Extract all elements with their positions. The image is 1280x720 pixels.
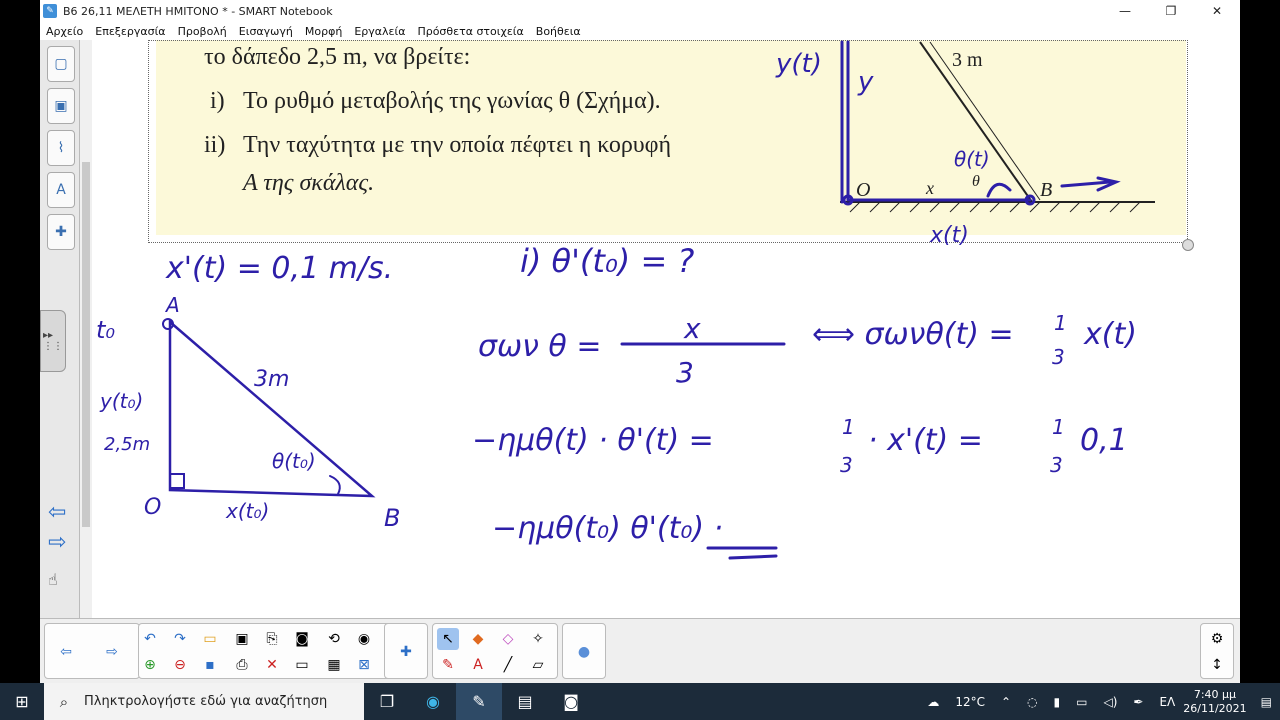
maximize-button[interactable]: ❐ [1148, 0, 1194, 22]
color-icon[interactable]: ● [573, 641, 595, 663]
minimize-button[interactable]: — [1102, 0, 1148, 22]
weather-temp[interactable]: 12°C [955, 695, 985, 709]
resize-handle[interactable] [1182, 239, 1194, 251]
eraser-shape-icon[interactable]: ◇ [497, 628, 519, 650]
redo-icon[interactable]: ↷ [169, 628, 191, 650]
network-icon[interactable]: ◌ [1027, 695, 1037, 709]
screen-shade-icon[interactable]: ▭ [291, 654, 313, 676]
save-icon[interactable]: ▪ [199, 654, 221, 676]
task-view-icon[interactable]: ❐ [364, 683, 410, 720]
smart-notebook-taskbar-icon[interactable]: ✎ [456, 683, 502, 720]
select-tool-icon[interactable]: ↖ [437, 628, 459, 650]
close-button[interactable]: ✕ [1194, 0, 1240, 22]
main-toolbar: ⇦ ⇨ ↶ ↷ ▭ ▣ ⎘ ◙ ⟲ ◉ ⊕ ⊖ ▪ ⎙ ✕ ▭ ▦ ⊠ ✚ ↖ … [40, 618, 1240, 683]
battery-icon[interactable]: ▭ [1076, 695, 1087, 709]
nav-group: ⇦ ⇨ [44, 623, 140, 679]
table-icon[interactable]: ▦ [323, 654, 345, 676]
move-toolbar-icon[interactable]: ↕ [1206, 654, 1228, 676]
line-tool-icon[interactable]: ╱ [497, 654, 519, 676]
sidebar-collapse-handle[interactable]: ▸▸ ⋮⋮ [40, 310, 66, 372]
menu-addons[interactable]: Πρόσθετα στοιχεία [417, 25, 523, 38]
windows-taskbar: ⊞ ⌕ Πληκτρολογήστε εδώ για αναζήτηση ❐ ◉… [0, 683, 1280, 720]
notifications-icon[interactable]: ▤ [1261, 695, 1272, 709]
tools-group: ↖ ◆ ◇ ✧ ✎ A ╱ ▱ [432, 623, 558, 679]
item2-text-a: Την ταχύτητα με την οποία πέφτει η κορυφ… [243, 132, 672, 158]
back-arrow-icon[interactable]: ⇦ [55, 641, 77, 663]
vertical-scrollbar[interactable] [80, 40, 92, 618]
page-sorter-icon[interactable]: ▢ [47, 46, 75, 82]
weather-icon[interactable]: ☁ [927, 695, 939, 709]
item2-text-b: A της σκάλας. [243, 170, 375, 196]
full-screen-icon[interactable]: ⊠ [353, 654, 375, 676]
delete-page-icon[interactable]: ⊖ [169, 654, 191, 676]
paste-icon[interactable]: ⎘ [261, 628, 283, 650]
spell-icon[interactable]: ◉ [353, 628, 375, 650]
menu-view[interactable]: Προβολή [178, 25, 227, 38]
file-explorer-icon[interactable]: ▤ [502, 683, 548, 720]
volume-icon[interactable]: ◁) [1103, 695, 1117, 709]
properties-group: ● [562, 623, 606, 679]
item1-number: i) [210, 88, 225, 114]
properties-icon[interactable]: A [47, 172, 75, 208]
addons-icon[interactable]: ✚ [47, 214, 75, 250]
problem-line-1: το δάπεδο 2,5 m, να βρείτε: [204, 44, 471, 70]
search-placeholder: Πληκτρολογήστε εδώ για αναζήτηση [84, 694, 328, 709]
previous-page-icon[interactable]: ⇦ [48, 500, 66, 525]
side-tabs: ▢ ▣ ⌇ A ✚ ▸▸ ⋮⋮ ⇦ ⇨ ☝ [40, 40, 80, 618]
pens-icon[interactable]: ✎ [437, 654, 459, 676]
eraser-icon[interactable]: ▱ [527, 654, 549, 676]
gallery-icon[interactable]: ▣ [47, 88, 75, 124]
open-folder-icon[interactable]: ▭ [199, 628, 221, 650]
clock-time: 7:40 μμ [1193, 687, 1237, 701]
scrollbar-thumb[interactable] [82, 162, 90, 527]
title-bar: ✎ B6 26,11 ΜΕΛΕΤΗ ΗΜΙΤΟΝΟ * - SMART Note… [40, 0, 1240, 22]
camera-icon[interactable]: ◙ [291, 628, 313, 650]
menu-insert[interactable]: Εισαγωγή [239, 25, 293, 38]
menu-format[interactable]: Μορφή [305, 25, 342, 38]
menu-help[interactable]: Βοήθεια [536, 25, 581, 38]
puzzle-icon[interactable]: ✚ [395, 641, 417, 663]
magic-pen-icon[interactable]: ✧ [527, 628, 549, 650]
shapes-tool-icon[interactable]: ◆ [467, 628, 489, 650]
gear-icon[interactable]: ⚙ [1206, 628, 1228, 650]
attachments-icon[interactable]: ⌇ [47, 130, 75, 166]
clock[interactable]: 7:40 μμ 26/11/2021 [1183, 688, 1246, 716]
pen-icon[interactable]: ✒ [1133, 695, 1143, 709]
menu-bar: Αρχείο Επεξεργασία Προβολή Εισαγωγή Μορφ… [40, 22, 1240, 40]
language-indicator[interactable]: ΕΛ [1159, 695, 1175, 709]
edge-icon[interactable]: ◉ [410, 683, 456, 720]
menu-tools[interactable]: Εργαλεία [354, 25, 405, 38]
hand-tool-icon[interactable]: ☝ [48, 570, 58, 589]
rotate-icon[interactable]: ⟲ [323, 628, 345, 650]
next-page-icon[interactable]: ⇨ [48, 530, 66, 555]
text-tool-icon[interactable]: A [467, 654, 489, 676]
item2-number: ii) [204, 132, 226, 158]
addons-group: ✚ [384, 623, 428, 679]
smart-notebook-icon: ✎ [43, 4, 57, 18]
menu-file[interactable]: Αρχείο [46, 25, 83, 38]
clock-date: 26/11/2021 [1183, 701, 1247, 715]
document-camera-icon[interactable]: ⎙ [231, 654, 253, 676]
undo-icon[interactable]: ↶ [139, 628, 161, 650]
add-page-icon[interactable]: ⊕ [139, 654, 161, 676]
screen-icon[interactable]: ▣ [231, 628, 253, 650]
item1-text: Το ρυθμό μεταβολής της γωνίας θ (Σχήμα). [243, 88, 661, 114]
file-group: ↶ ↷ ▭ ▣ ⎘ ◙ ⟲ ◉ ⊕ ⊖ ▪ ⎙ ✕ ▭ ▦ ⊠ [138, 623, 424, 679]
forward-arrow-icon[interactable]: ⇨ [101, 641, 123, 663]
camera-app-icon[interactable]: ◙ [548, 683, 594, 720]
windows-start-icon[interactable]: ⊞ [0, 683, 44, 720]
mic-icon[interactable]: ▮ [1054, 695, 1061, 709]
settings-group: ⚙ ↕ [1200, 623, 1234, 679]
taskbar-search[interactable]: ⌕ Πληκτρολογήστε εδώ για αναζήτηση [44, 683, 364, 720]
window-title: B6 26,11 ΜΕΛΕΤΗ ΗΜΙΤΟΝΟ * - SMART Notebo… [63, 4, 333, 18]
search-icon: ⌕ [59, 692, 69, 711]
menu-edit[interactable]: Επεξεργασία [95, 25, 165, 38]
tray-chevron-icon[interactable]: ⌃ [1001, 695, 1011, 709]
delete-icon[interactable]: ✕ [261, 654, 283, 676]
